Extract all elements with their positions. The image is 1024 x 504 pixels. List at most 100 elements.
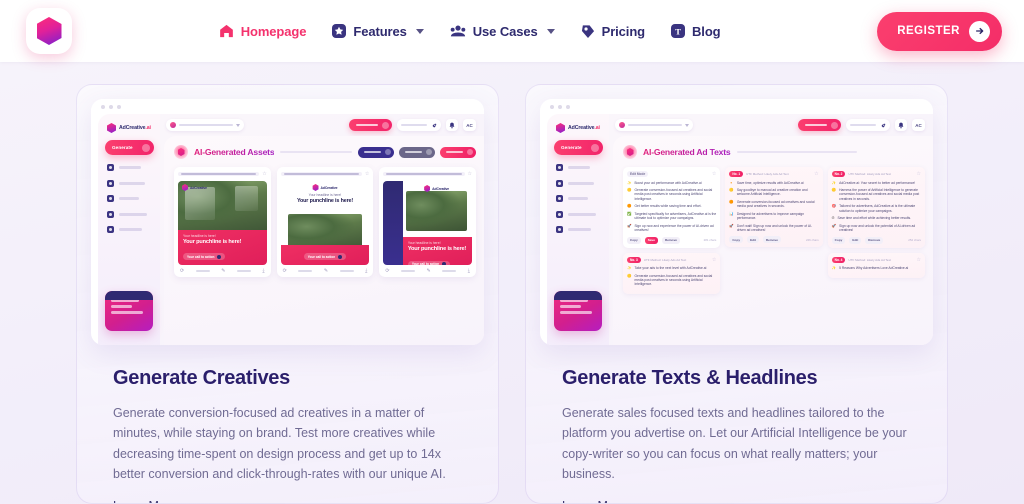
download-icon[interactable]: ⤓ xyxy=(262,268,264,274)
edit-icon[interactable]: ✎ xyxy=(221,268,225,274)
cta-dot-icon xyxy=(442,262,447,265)
user-avatar[interactable]: AC xyxy=(463,119,476,131)
app-generate-button[interactable]: Generate xyxy=(105,140,154,155)
creative-brand: AdCreative xyxy=(424,185,449,192)
panel-action-button[interactable] xyxy=(399,146,435,158)
notifications-bell-icon[interactable] xyxy=(446,119,458,131)
learn-more-label: Learn More xyxy=(562,499,626,503)
learn-more-link-creatives[interactable]: Learn More › xyxy=(113,499,187,503)
text-card[interactable]: No. 4 UTF Method: Likely Ads Ad Text ☆ ✨… xyxy=(827,252,925,278)
app-sidebar-item[interactable] xyxy=(105,210,154,218)
app-primary-action-button[interactable] xyxy=(349,119,392,131)
text-square-icon: T xyxy=(671,24,686,38)
bullet-text: AdCreative.ai: Your secret to better ad … xyxy=(839,180,916,185)
edit-icon[interactable]: ✎ xyxy=(427,268,431,274)
creative-meta xyxy=(442,269,457,273)
user-avatar[interactable]: AC xyxy=(912,119,925,131)
remove-button-label: Remove xyxy=(868,238,881,243)
creative-card[interactable]: ☆ AdCreative Your headline is here! Your… xyxy=(379,167,477,277)
card-description: Generate conversion-focused ad creatives… xyxy=(113,406,446,481)
text-card-bullet: 🔸 Save time, optimize results with AdCrea… xyxy=(729,181,818,185)
copy-button[interactable]: Copy xyxy=(729,236,744,244)
creative-card[interactable]: ☆ Your headline is here! Your punchline … xyxy=(276,167,374,277)
copy-button[interactable]: Copy xyxy=(831,236,846,244)
bullet-icon: 🟡 xyxy=(627,187,632,192)
app-primary-action-button[interactable] xyxy=(798,119,841,131)
app-sidebar-item[interactable] xyxy=(554,226,603,233)
app-sidebar: AdCreative.ai Generate xyxy=(547,114,609,345)
text-card-bullet: ✨ AdCreative.ai: Your secret to better ad… xyxy=(832,181,921,185)
app-sidebar-item[interactable] xyxy=(554,179,603,187)
creative-cta-button[interactable]: Your call to action xyxy=(407,260,451,265)
text-cards-grid: Edit Mode ☆ ✨ Boost your ad performance w… xyxy=(623,167,925,294)
app-project-select[interactable] xyxy=(166,119,244,131)
download-icon[interactable]: ⤓ xyxy=(468,268,470,274)
star-icon[interactable]: ☆ xyxy=(917,257,921,263)
download-icon[interactable]: ⤓ xyxy=(365,268,367,274)
edit-button[interactable]: Edit xyxy=(747,236,759,244)
star-icon[interactable]: ☆ xyxy=(917,171,921,177)
creative-card[interactable]: ☆ AdCreative Your headline is here! Your… xyxy=(174,167,271,277)
refresh-icon[interactable]: ⟳ xyxy=(385,268,389,274)
register-button[interactable]: REGISTER xyxy=(877,11,1002,51)
panel-action-button[interactable] xyxy=(440,146,476,158)
creative-meta xyxy=(298,269,313,273)
sidebar-promo-card[interactable] xyxy=(554,291,602,331)
nav-item-pricing[interactable]: Pricing xyxy=(581,24,645,39)
text-card-actions: Copy Save Remove 281 chars xyxy=(627,236,716,244)
star-icon[interactable]: ☆ xyxy=(468,171,472,177)
bullet-text: 5 Reasons Why Advertisers Love AdCreativ… xyxy=(839,266,909,271)
text-card[interactable]: No. 3 UTF Method: Likely Ads Ad Text ☆ ✨… xyxy=(623,252,721,294)
download-icon xyxy=(467,149,473,155)
refresh-icon[interactable]: ⟳ xyxy=(180,268,184,274)
creative-cta-button[interactable]: Your call to action xyxy=(303,253,347,260)
remove-button[interactable]: Remove xyxy=(865,236,884,244)
app-sidebar-item[interactable] xyxy=(554,164,603,171)
nav-item-use-cases[interactable]: Use Cases xyxy=(450,24,555,39)
app-sidebar-item[interactable] xyxy=(105,164,154,171)
star-icon[interactable]: ☆ xyxy=(712,257,716,263)
star-icon[interactable]: ☆ xyxy=(814,171,818,177)
panel-action-button[interactable] xyxy=(358,146,394,158)
remove-button[interactable]: Remove xyxy=(762,236,781,244)
star-icon[interactable]: ☆ xyxy=(712,171,716,177)
text-card[interactable]: No. 2 UTF Method: Likely Ads Ad Text ☆ ✨… xyxy=(827,167,925,248)
star-icon[interactable]: ☆ xyxy=(365,171,369,177)
text-card-bullet: 🎯 Tailored for advertisers, AdCreative.ai… xyxy=(832,204,921,213)
text-card[interactable]: No. 1 UTF Method: Likely Ads Ad Text ☆ 🔸… xyxy=(725,167,823,248)
learn-more-link-texts[interactable]: Learn More › xyxy=(562,499,636,503)
app-sidebar-item[interactable] xyxy=(105,195,154,202)
sidebar-promo-card[interactable] xyxy=(105,291,153,331)
save-button[interactable]: Save xyxy=(644,236,658,244)
text-card[interactable]: Edit Mode ☆ ✨ Boost your ad performance w… xyxy=(623,167,721,248)
remove-button[interactable]: Remove xyxy=(661,236,681,244)
notifications-bell-icon[interactable] xyxy=(895,119,907,131)
bullet-text: Sign up now and experience the power of … xyxy=(634,223,714,233)
app-credits-box[interactable] xyxy=(846,119,890,131)
bullet-text: Save time and effort while achieving bet… xyxy=(837,216,912,221)
panel-actions xyxy=(358,146,476,158)
nav-item-use-cases-label: Use Cases xyxy=(472,23,538,39)
text-card-actions: Copy Edit Remove 252 chars xyxy=(831,236,921,244)
nav-item-blog[interactable]: T Blog xyxy=(671,24,721,39)
bullet-text: Take your ads to the next level with AdC… xyxy=(634,266,707,271)
bullet-icon: ✨ xyxy=(831,180,837,185)
app-project-select[interactable] xyxy=(615,119,693,131)
app-sidebar-item[interactable] xyxy=(554,210,603,218)
app-sidebar-item[interactable] xyxy=(554,195,603,202)
app-generate-button[interactable]: Generate xyxy=(554,140,603,155)
refresh-icon[interactable]: ⟳ xyxy=(283,268,287,274)
app-credits-box[interactable] xyxy=(397,119,441,131)
edit-icon[interactable]: ✎ xyxy=(324,268,328,274)
copy-button[interactable]: Copy xyxy=(627,236,641,244)
nav-item-homepage[interactable]: Homepage xyxy=(219,24,306,39)
screenshot-titlebar xyxy=(540,99,933,114)
creative-cta-button[interactable]: Your call to action xyxy=(183,253,226,261)
star-icon[interactable]: ☆ xyxy=(262,171,266,177)
app-sidebar-item[interactable] xyxy=(105,226,154,233)
edit-button[interactable]: Edit xyxy=(849,236,862,244)
app-screenshot-creatives: AdCreative.ai Generate AC AI-Generated A… xyxy=(91,99,484,345)
nav-item-features[interactable]: Features xyxy=(332,24,424,39)
app-sidebar-item[interactable] xyxy=(105,179,154,187)
text-card-subtitle: UTF Method: Likely Ads Ad Text xyxy=(848,257,891,262)
